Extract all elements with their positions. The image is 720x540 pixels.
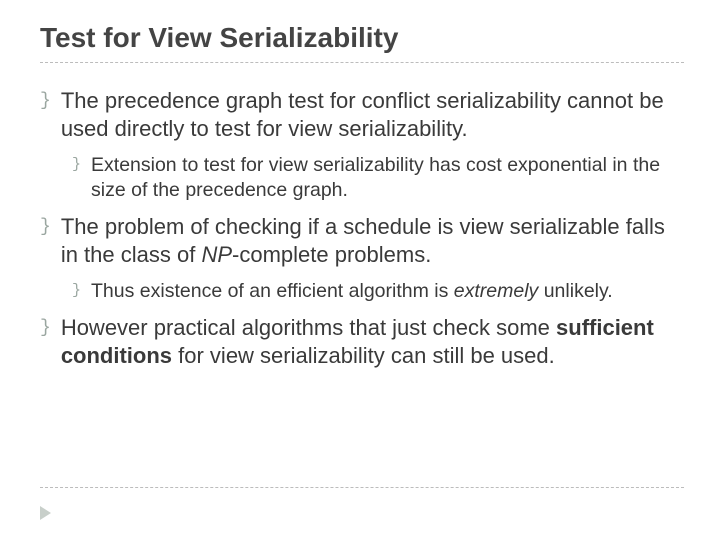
- slide-content: } The precedence graph test for conflict…: [40, 63, 684, 370]
- italic-text: NP: [201, 242, 232, 267]
- bullet-icon: }: [40, 87, 51, 115]
- bullet-text: The precedence graph test for conflict s…: [61, 87, 684, 143]
- sub-bullet-item: } Thus existence of an efficient algorit…: [72, 279, 684, 304]
- bullet-item: } The precedence graph test for conflict…: [40, 87, 684, 143]
- slide: Test for View Serializability } The prec…: [0, 0, 720, 540]
- text-segment: Thus existence of an efficient algorithm…: [91, 280, 454, 302]
- bullet-icon: }: [40, 213, 51, 241]
- bullet-icon: }: [40, 314, 51, 342]
- bullet-item: } However practical algorithms that just…: [40, 314, 684, 370]
- text-segment: -complete problems.: [232, 242, 431, 267]
- play-icon: [40, 506, 51, 520]
- sub-bullet-text: Thus existence of an efficient algorithm…: [91, 279, 613, 304]
- text-segment: However practical algorithms that just c…: [61, 315, 556, 340]
- bullet-icon: }: [72, 153, 81, 177]
- sub-bullet-text: Extension to test for view serializabili…: [91, 153, 684, 203]
- sub-bullet-item: } Extension to test for view serializabi…: [72, 153, 684, 203]
- bullet-icon: }: [72, 279, 81, 303]
- italic-text: extremely: [454, 280, 539, 302]
- bullet-item: } The problem of checking if a schedule …: [40, 213, 684, 269]
- bullet-text: However practical algorithms that just c…: [61, 314, 684, 370]
- bullet-text: The problem of checking if a schedule is…: [61, 213, 684, 269]
- text-segment: for view serializability can still be us…: [172, 343, 555, 368]
- text-segment: unlikely.: [538, 280, 612, 302]
- footer-divider: [40, 487, 684, 488]
- slide-title: Test for View Serializability: [40, 22, 684, 54]
